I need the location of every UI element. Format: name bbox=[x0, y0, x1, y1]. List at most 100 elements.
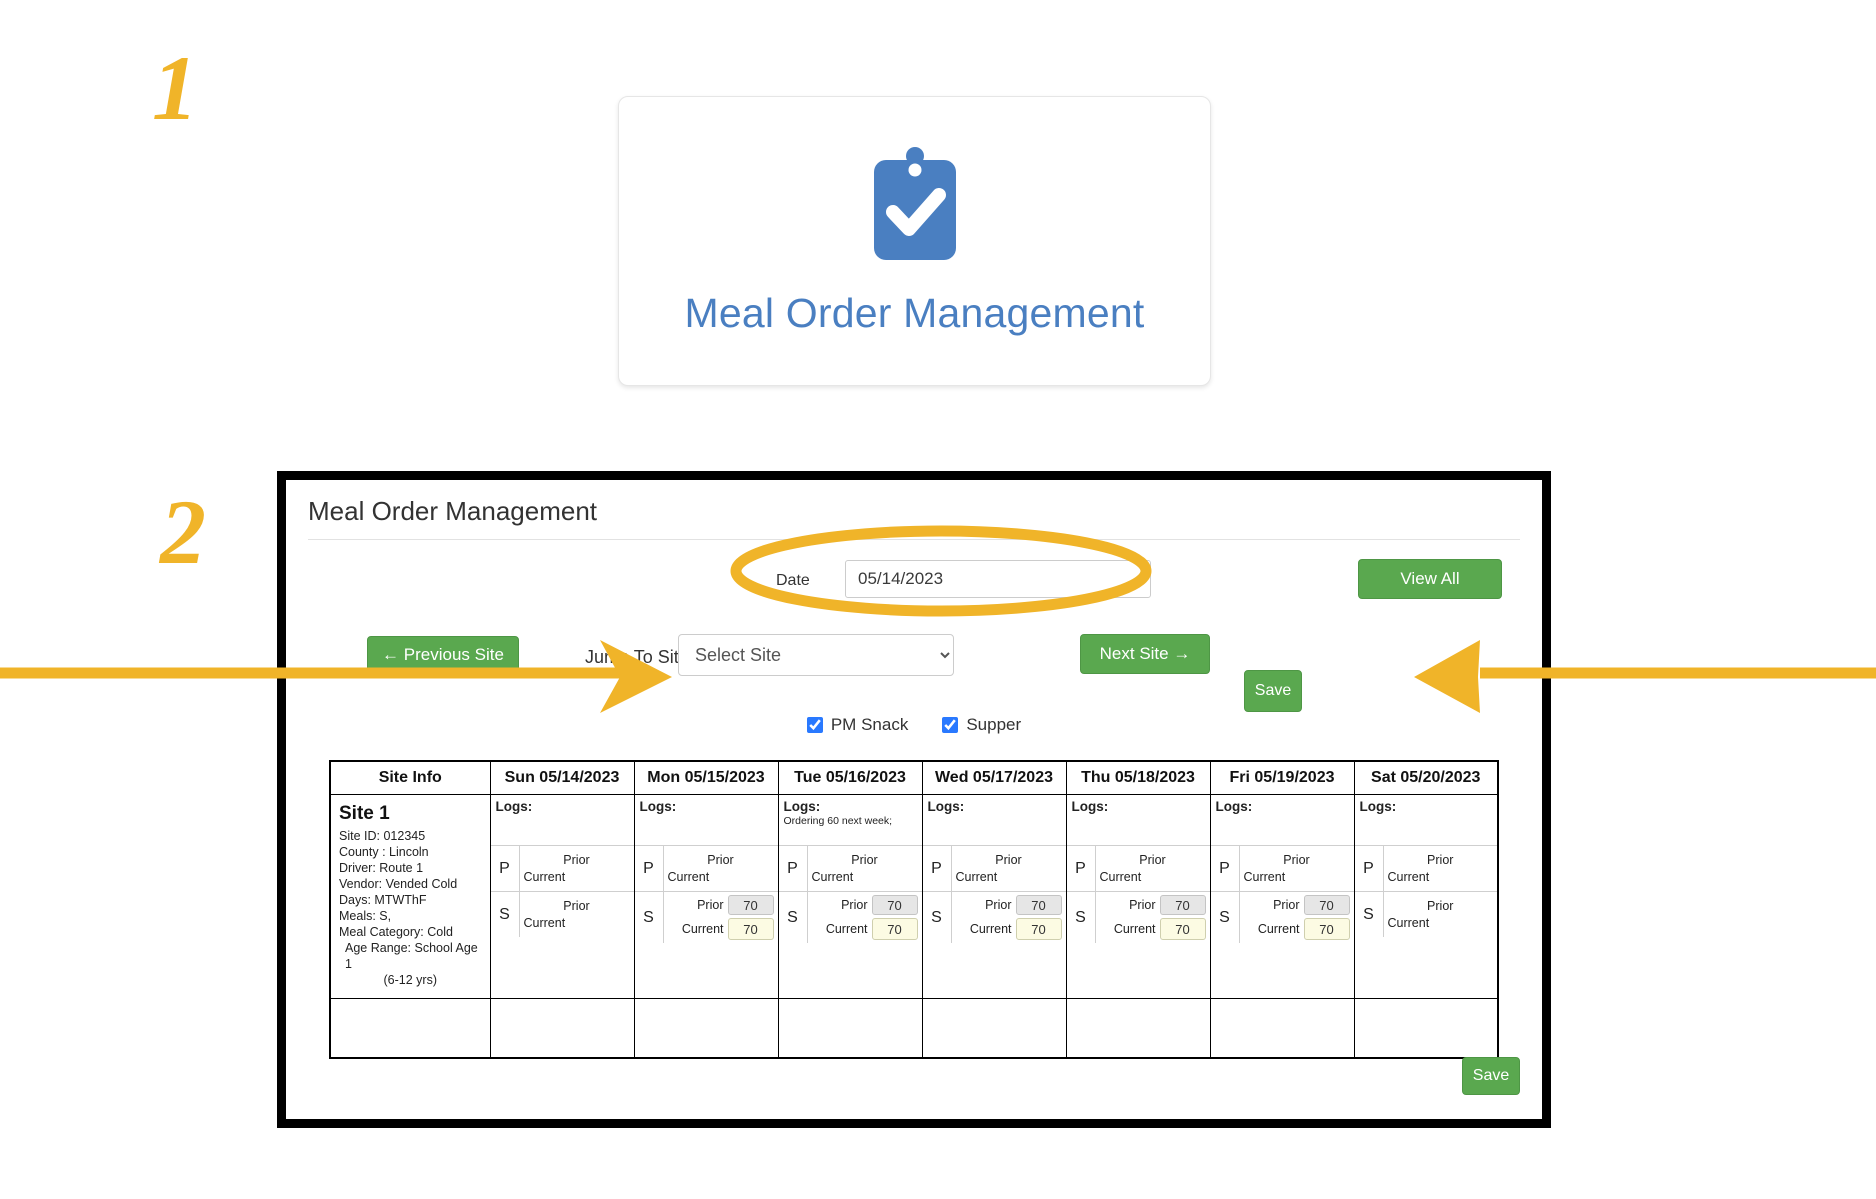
meal-code-s-tue: S bbox=[779, 892, 808, 943]
current-row-p-sat: Current bbox=[1388, 870, 1494, 884]
current-input-s-mon[interactable] bbox=[727, 918, 774, 940]
save-button-bottom[interactable]: Save bbox=[1462, 1057, 1520, 1095]
prior-label-s-sat: Prior bbox=[1427, 899, 1454, 913]
prior-row-p-sat: Prior bbox=[1388, 853, 1494, 867]
meal-line-s-sun: S Prior Current bbox=[491, 892, 634, 937]
prior-label-s-sun: Prior bbox=[563, 899, 590, 913]
day-cell-sun: Logs: P Prior Current S Prior Current bbox=[489, 794, 635, 999]
day-cell-thu: Logs: P Prior Current S Prior 70 Current bbox=[1065, 794, 1211, 999]
prior-label-p-wed: Prior bbox=[995, 853, 1022, 867]
logs-label-wed: Logs: bbox=[927, 799, 965, 814]
prior-row-s-wed: Prior 70 bbox=[956, 895, 1062, 915]
prior-value-s-mon: 70 bbox=[727, 895, 774, 915]
prior-row-p-fri: Prior bbox=[1244, 853, 1350, 867]
current-row-s-mon: Current bbox=[668, 918, 774, 940]
page-title: Meal Order Management bbox=[308, 496, 1520, 540]
column-header-sun: Sun 05/14/2023 bbox=[489, 760, 635, 795]
meal-code-p-wed: P bbox=[923, 846, 952, 891]
day-inner-sun: Logs: P Prior Current S Prior Current bbox=[490, 795, 634, 937]
jump-to-site-select[interactable]: Select Site bbox=[678, 634, 954, 676]
meal-fields-p-sun: Prior Current bbox=[520, 846, 634, 891]
meal-code-s-thu: S bbox=[1067, 892, 1096, 943]
meal-code-s-sat: S bbox=[1355, 892, 1384, 937]
current-label-s-wed: Current bbox=[969, 922, 1012, 936]
county-line: County : Lincoln bbox=[339, 845, 429, 859]
logs-label-fri: Logs: bbox=[1215, 799, 1253, 814]
table-row-empty bbox=[329, 998, 1499, 1059]
prior-row-p-sun: Prior bbox=[524, 853, 630, 867]
site-name: Site 1 bbox=[339, 803, 390, 824]
current-row-s-tue: Current bbox=[812, 918, 918, 940]
meal-fields-s-mon: Prior 70 Current bbox=[664, 892, 778, 943]
current-row-p-tue: Current bbox=[812, 870, 918, 884]
prior-row-p-mon: Prior bbox=[668, 853, 774, 867]
meal-fields-p-mon: Prior Current bbox=[664, 846, 778, 891]
current-input-s-fri[interactable] bbox=[1303, 918, 1350, 940]
current-input-s-wed[interactable] bbox=[1015, 918, 1062, 940]
logs-box-thu[interactable]: Logs: bbox=[1066, 795, 1210, 846]
prior-label-p-sat: Prior bbox=[1427, 853, 1454, 867]
meal-order-management-tile[interactable]: Meal Order Management bbox=[618, 96, 1211, 386]
current-input-s-tue[interactable] bbox=[871, 918, 918, 940]
prior-label-s-wed: Prior bbox=[985, 898, 1012, 912]
meal-fields-p-tue: Prior Current bbox=[808, 846, 922, 891]
column-header-thu: Thu 05/18/2023 bbox=[1065, 760, 1211, 795]
current-label-p-sun: Current bbox=[523, 870, 566, 884]
driver-line: Driver: Route 1 bbox=[339, 861, 424, 875]
meal-line-p-wed: P Prior Current bbox=[922, 846, 1066, 892]
meals-line: Meals: S, bbox=[339, 909, 392, 923]
logs-box-sun[interactable]: Logs: bbox=[490, 795, 634, 846]
meal-line-p-sat: P Prior Current bbox=[1354, 846, 1497, 892]
save-button-top[interactable]: Save bbox=[1244, 670, 1302, 712]
prior-row-s-tue: Prior 70 bbox=[812, 895, 918, 915]
meal-order-management-panel: Meal Order Management Date View All ← Pr… bbox=[277, 471, 1551, 1128]
prior-label-p-mon: Prior bbox=[707, 853, 734, 867]
prior-label-s-mon: Prior bbox=[697, 898, 724, 912]
day-cell-fri: Logs: P Prior Current S Prior 70 Current bbox=[1209, 794, 1355, 999]
logs-box-wed[interactable]: Logs: bbox=[922, 795, 1066, 846]
empty-cell-sun bbox=[489, 998, 635, 1059]
prior-row-s-thu: Prior 70 bbox=[1100, 895, 1206, 915]
column-header-site-info: Site Info bbox=[329, 760, 491, 795]
meal-filter-pm-snack[interactable]: PM Snack bbox=[806, 715, 909, 735]
logs-box-sat[interactable]: Logs: bbox=[1354, 795, 1497, 846]
day-cell-tue: Logs: Ordering 60 next week; P Prior Current… bbox=[777, 794, 923, 999]
day-inner-mon: Logs: P Prior Current S Prior 70 Current bbox=[634, 795, 778, 943]
empty-cell-thu bbox=[1065, 998, 1211, 1059]
view-all-button[interactable]: View All bbox=[1358, 559, 1502, 599]
prior-value-s-wed: 70 bbox=[1015, 895, 1062, 915]
meal-code-p-fri: P bbox=[1211, 846, 1240, 891]
prior-row-s-mon: Prior 70 bbox=[668, 895, 774, 915]
clipboard-check-icon bbox=[868, 146, 962, 264]
prior-label-p-fri: Prior bbox=[1283, 853, 1310, 867]
meal-filter-supper[interactable]: Supper bbox=[942, 715, 1021, 735]
empty-cell-siteinfo bbox=[329, 998, 491, 1059]
meal-line-s-fri: S Prior 70 Current bbox=[1211, 892, 1354, 943]
supper-label: Supper bbox=[966, 715, 1022, 734]
site-info-cell: Site 1 Site ID: 012345 County : Lincoln … bbox=[329, 794, 491, 999]
logs-box-fri[interactable]: Logs: bbox=[1210, 795, 1354, 846]
site-id-line: Site ID: 012345 bbox=[339, 829, 426, 843]
supper-checkbox[interactable] bbox=[942, 717, 959, 733]
pm-snack-label: PM Snack bbox=[830, 715, 909, 734]
column-header-mon: Mon 05/15/2023 bbox=[633, 760, 779, 795]
current-row-p-thu: Current bbox=[1100, 870, 1206, 884]
date-label: Date bbox=[776, 572, 810, 589]
meal-order-table: Site Info Sun 05/14/2023 Mon 05/15/2023 … bbox=[329, 760, 1499, 1059]
current-label-s-fri: Current bbox=[1257, 922, 1300, 936]
current-label-p-thu: Current bbox=[1099, 870, 1142, 884]
current-row-s-wed: Current bbox=[956, 918, 1062, 940]
prior-value-s-thu: 70 bbox=[1159, 895, 1206, 915]
logs-box-tue[interactable]: Logs: Ordering 60 next week; bbox=[778, 795, 922, 846]
date-input[interactable] bbox=[845, 560, 1151, 598]
pm-snack-checkbox[interactable] bbox=[806, 717, 823, 733]
next-site-button[interactable]: Next Site → bbox=[1080, 634, 1210, 674]
meal-line-p-thu: P Prior Current bbox=[1066, 846, 1210, 892]
meal-line-p-fri: P Prior Current bbox=[1210, 846, 1354, 892]
logs-label-mon: Logs: bbox=[639, 799, 677, 814]
current-input-s-thu[interactable] bbox=[1159, 918, 1206, 940]
previous-site-button[interactable]: ← Previous Site bbox=[367, 636, 519, 674]
meal-fields-s-sun: Prior Current bbox=[520, 892, 634, 937]
day-inner-thu: Logs: P Prior Current S Prior 70 Current bbox=[1066, 795, 1210, 943]
logs-box-mon[interactable]: Logs: bbox=[634, 795, 778, 846]
